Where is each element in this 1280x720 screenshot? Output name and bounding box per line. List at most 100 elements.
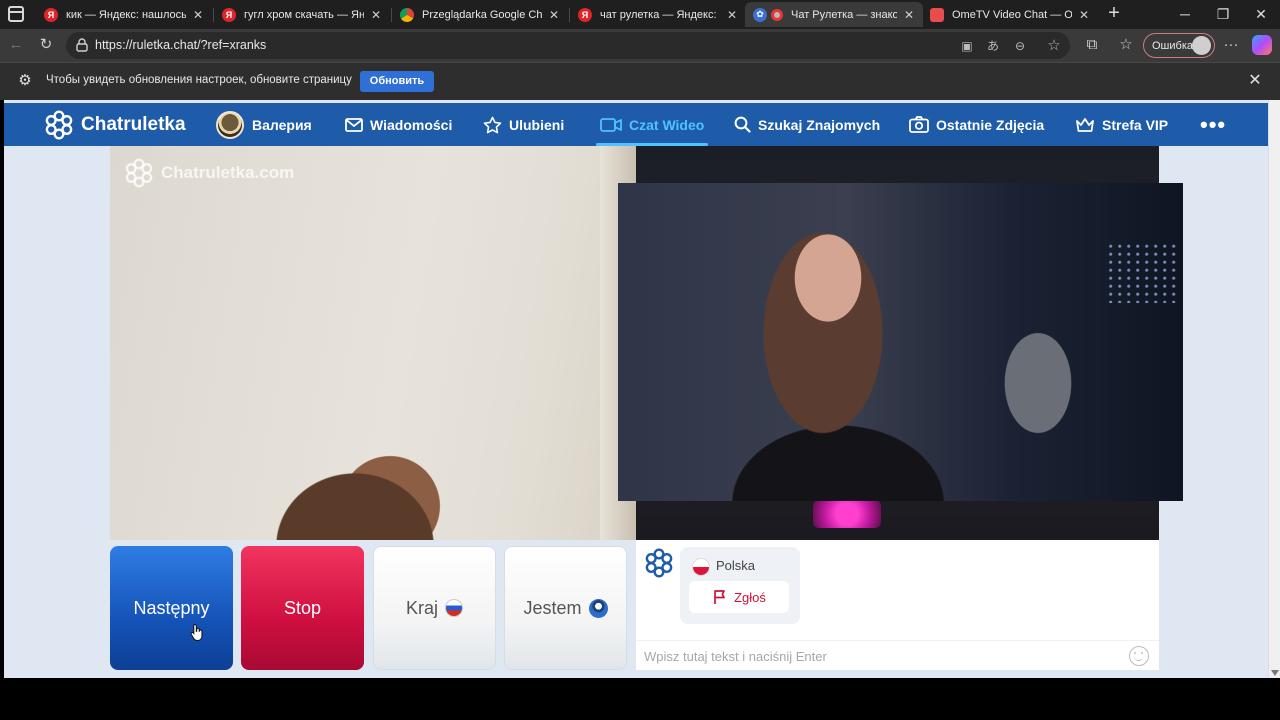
- url-text: https://ruletka.chat/?ref=xranks: [95, 38, 267, 52]
- gender-button-label: Jestem: [523, 597, 582, 618]
- watermark-text: Chatruletka.com: [161, 163, 295, 182]
- poland-flag-icon: [692, 558, 710, 576]
- tab-title: чат рулетка — Яндекс: наш: [600, 8, 720, 21]
- brand-logo[interactable]: Chatruletka: [44, 103, 186, 146]
- next-button[interactable]: Następny: [110, 546, 233, 670]
- infobar-message: Чтобы увидеть обновления настроек, обнов…: [46, 74, 352, 86]
- nav-item-label: Czat Wideo: [629, 116, 705, 133]
- yandex-icon: Я: [44, 7, 58, 22]
- nav-item-video-chat[interactable]: Czat Wideo: [595, 103, 709, 146]
- settings-infobar: ⚙ Чтобы увидеть обновления настроек, обн…: [0, 62, 1280, 100]
- search-icon: [734, 116, 751, 133]
- scroll-down-icon[interactable]: [1271, 670, 1279, 676]
- nav-item-profile[interactable]: Валерия: [216, 103, 312, 146]
- minimize-icon[interactable]: ─: [1175, 4, 1195, 24]
- favorite-star-icon[interactable]: ☆: [1045, 37, 1063, 55]
- video-camera-icon: [600, 117, 622, 132]
- browser-tab[interactable]: OmeTV Video Chat — Omegle ✕: [922, 2, 1098, 27]
- tab-title: Чат Рулетка — знакомства: [791, 8, 897, 21]
- country-button-label: Kraj: [405, 597, 438, 618]
- chat-panel: Polska Zgłoś Wpisz tutaj tekst i naciśni…: [636, 540, 1159, 670]
- nav-item-favorites[interactable]: Ulubieni: [483, 103, 564, 146]
- avatar: [216, 110, 244, 139]
- chat-input-row: Wpisz tutaj tekst i naciśnij Enter: [636, 640, 1159, 670]
- new-tab-button[interactable]: +: [1104, 3, 1124, 24]
- camera-icon: [909, 116, 929, 133]
- tab-title: гугл хром скачать — Яндекс: [244, 8, 364, 21]
- crown-icon: [1076, 117, 1094, 132]
- recording-icon: [771, 8, 783, 21]
- tab-title: Przeglądarka Google Chrome: [422, 8, 542, 21]
- camera-permission-icon[interactable]: ▣: [958, 37, 976, 55]
- nav-item-label: Szukaj Znajomych: [758, 116, 881, 133]
- close-icon[interactable]: ✕: [1246, 72, 1264, 90]
- restore-icon[interactable]: ❐: [1213, 4, 1233, 24]
- background-lights: [1108, 243, 1178, 303]
- refresh-button[interactable]: Обновить: [360, 71, 434, 92]
- close-window-icon[interactable]: ✕: [1251, 4, 1271, 24]
- emoji-icon[interactable]: [1129, 646, 1149, 666]
- close-tab-icon[interactable]: ✕: [370, 8, 382, 22]
- chatruletka-logo-icon: [645, 548, 673, 578]
- gender-button[interactable]: Jestem: [504, 546, 627, 670]
- tab-actions-icon[interactable]: [8, 6, 24, 22]
- tab-title: кик — Яндекс: нашлось 274: [66, 8, 186, 21]
- background-lamp: [813, 500, 881, 528]
- extensions-icon[interactable]: ⧉: [1082, 35, 1102, 55]
- country-button[interactable]: Kraj: [373, 546, 496, 670]
- more-menu-icon[interactable]: •••: [1200, 103, 1226, 146]
- close-tab-icon[interactable]: ✕: [548, 8, 560, 22]
- chatruletka-logo-icon: [125, 158, 153, 188]
- nav-item-find-friends[interactable]: Szukaj Znajomych: [734, 103, 880, 146]
- more-options-icon[interactable]: ⊖: [1011, 37, 1029, 55]
- nav-item-messages[interactable]: Wiadomości: [345, 103, 452, 146]
- chatruletka-logo-icon: [45, 109, 73, 140]
- nav-item-recent-photos[interactable]: Ostatnie Zdjęcia: [909, 103, 1044, 146]
- nav-item-vip[interactable]: Strefa VIP: [1075, 103, 1168, 146]
- settings-menu-icon[interactable]: ···: [1221, 35, 1241, 55]
- ometv-icon: [930, 7, 944, 22]
- close-tab-icon[interactable]: ✕: [192, 8, 204, 22]
- nav-item-label: Валерия: [252, 116, 312, 133]
- browser-toolbar: ← ↻ https://ruletka.chat/?ref=xranks ▣ あ…: [0, 29, 1280, 62]
- nav-item-label: Strefa VIP: [1102, 116, 1169, 133]
- scrollbar[interactable]: [1268, 100, 1280, 678]
- browser-tab[interactable]: Я гугл хром скачать — Яндекс ✕: [214, 2, 390, 27]
- close-tab-icon[interactable]: ✕: [726, 8, 738, 22]
- nav-item-label: Wiadomości: [370, 116, 453, 133]
- browser-tab-strip: Я кик — Яндекс: нашлось 274 ✕ Я гугл хро…: [0, 0, 1280, 29]
- yandex-icon: Я: [222, 7, 236, 22]
- partner-info-bubble: Polska Zgłoś: [680, 547, 800, 624]
- stop-button[interactable]: Stop: [241, 546, 364, 670]
- favorites-icon[interactable]: ☆: [1116, 35, 1136, 55]
- brand-name: Chatruletka: [81, 113, 186, 135]
- translate-icon[interactable]: あ: [984, 37, 1002, 55]
- report-button-label: Zgłoś: [734, 589, 766, 605]
- back-icon[interactable]: ←: [6, 35, 26, 55]
- browser-tab-active[interactable]: ✿ Чат Рулетка — знакомства ✕: [745, 2, 923, 27]
- letterbox-bar: [0, 678, 1280, 720]
- gear-icon: ⚙: [18, 72, 32, 89]
- browser-tab[interactable]: Przeglądarka Google Chrome ✕: [392, 2, 568, 27]
- close-tab-icon[interactable]: ✕: [1078, 8, 1090, 22]
- nav-item-label: Ostatnie Zdjęcia: [936, 116, 1045, 133]
- stop-button-label: Stop: [283, 597, 322, 618]
- copilot-icon[interactable]: [1252, 35, 1272, 55]
- avatar: [1192, 36, 1211, 55]
- chatruletka-icon: ✿: [753, 7, 767, 22]
- next-button-label: Następny: [133, 597, 210, 618]
- close-tab-icon[interactable]: ✕: [903, 8, 915, 22]
- chat-message-input[interactable]: Wpisz tutaj tekst i naciśnij Enter: [644, 649, 827, 664]
- address-bar[interactable]: https://ruletka.chat/?ref=xranks ▣ あ ⊖ ☆: [66, 32, 1070, 59]
- chrome-icon: [400, 7, 414, 22]
- browser-tab[interactable]: Я кик — Яндекс: нашлось 274 ✕: [36, 2, 212, 27]
- partner-country: Polska: [716, 558, 756, 573]
- profile-button[interactable]: Ошибка: [1143, 33, 1215, 58]
- site-info-icon[interactable]: [74, 37, 90, 53]
- browser-tab[interactable]: Я чат рулетка — Яндекс: наш ✕: [570, 2, 746, 27]
- reload-icon[interactable]: ↻: [36, 35, 56, 55]
- video-watermark: Chatruletka.com: [124, 158, 294, 188]
- report-button[interactable]: Zgłoś: [689, 581, 789, 613]
- gender-icon: [588, 598, 608, 618]
- tab-title: OmeTV Video Chat — Omegle: [952, 8, 1072, 21]
